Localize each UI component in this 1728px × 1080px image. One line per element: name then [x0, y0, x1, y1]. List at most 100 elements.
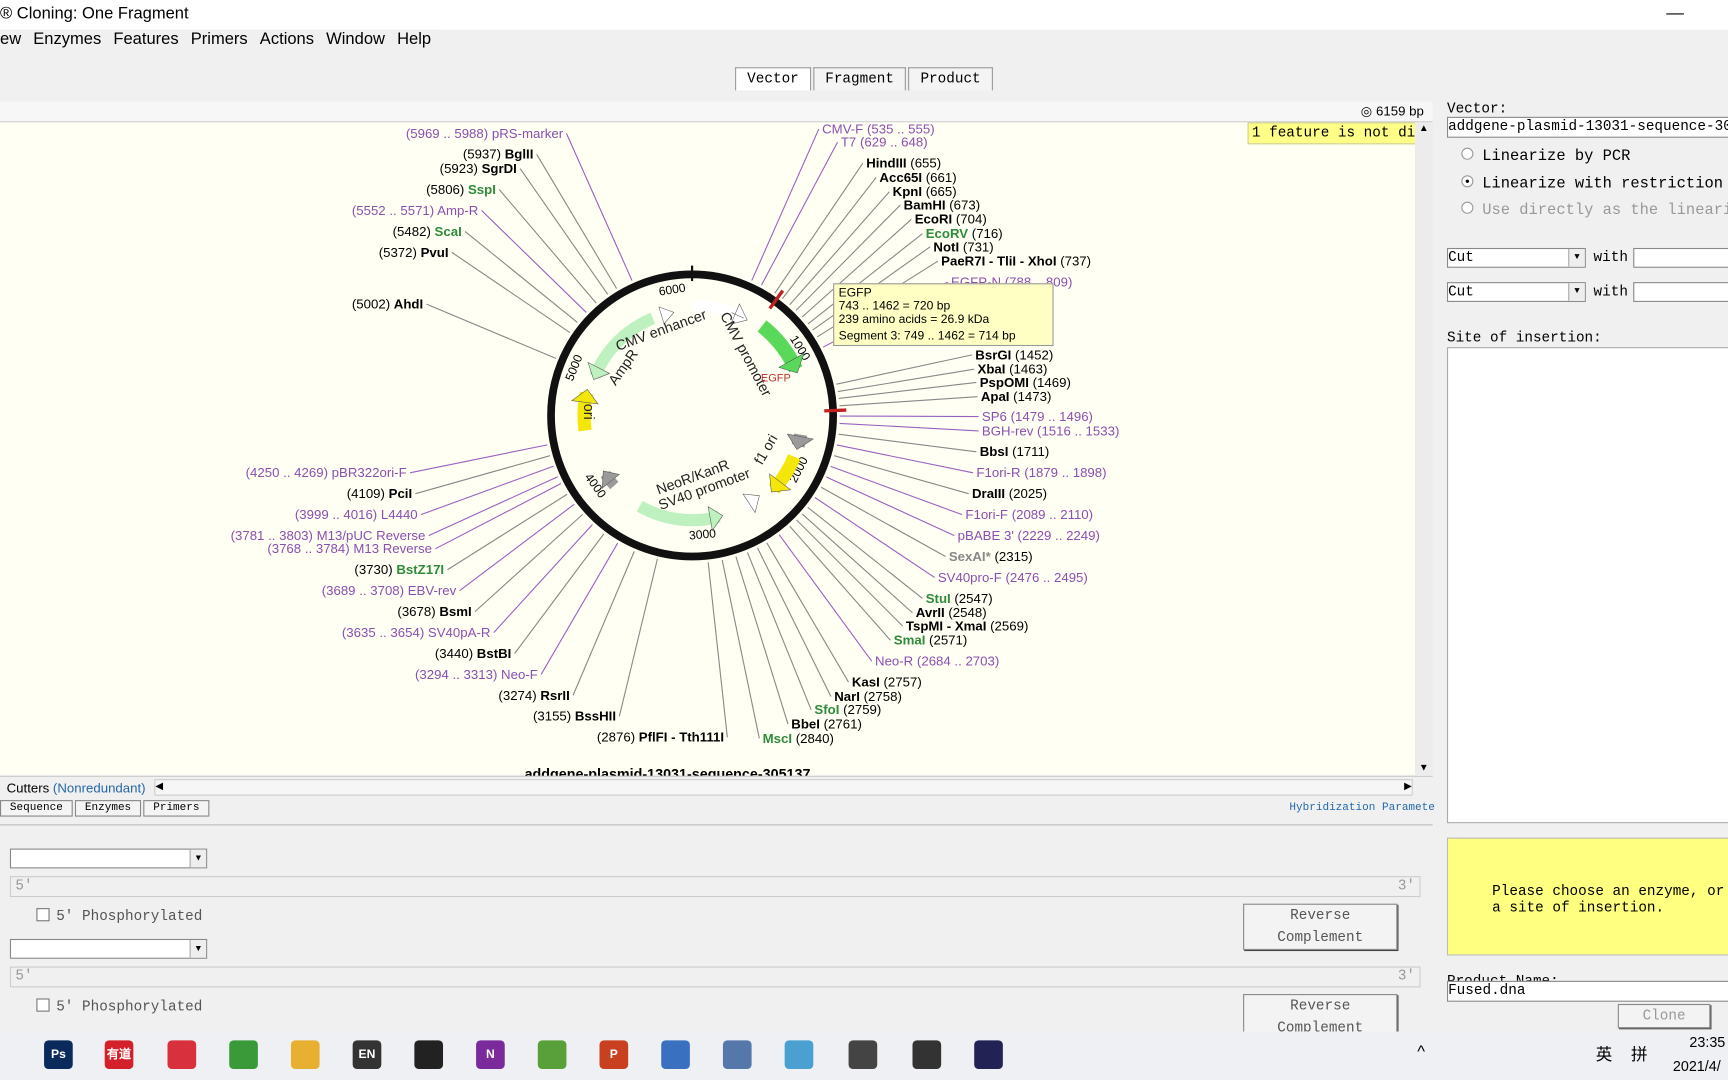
cut2-select[interactable]: Cut ▼ — [1446, 282, 1586, 302]
tab-product[interactable]: Product — [908, 67, 993, 91]
tab-sequence[interactable]: Sequence — [0, 800, 73, 817]
map-label-prs-marker[interactable]: (5969 .. 5988) pRS-marker — [406, 126, 563, 141]
taskbar-app-icon[interactable] — [537, 1040, 567, 1069]
map-label-m13-reverse[interactable]: (3768 .. 3784) M13 Reverse — [267, 542, 432, 556]
map-label-sfoi[interactable]: SfoI (2759) — [814, 703, 881, 717]
radio-linearize-enzymes[interactable]: Linearize with restriction enzymes — [1461, 175, 1728, 193]
map-label-ahdi[interactable]: (5002) AhdI — [352, 297, 423, 312]
vector-field[interactable]: addgene-plasmid-13031-sequence-305137 — [1446, 116, 1728, 138]
map-label-amp-r[interactable]: (5552 .. 5571) Amp-R — [352, 203, 478, 218]
map-label-pspomi[interactable]: PspOMI (1469) — [980, 375, 1071, 390]
map-label-sexai-[interactable]: SexAI* (2315) — [949, 549, 1033, 564]
ime-mode-icon[interactable]: 拼 — [1631, 1043, 1648, 1066]
map-vertical-scrollbar[interactable]: ▲ ▼ — [1415, 122, 1433, 775]
cut1-enzyme-field[interactable] — [1633, 247, 1728, 268]
map-label-sgrdi[interactable]: (5923) SgrDI — [440, 161, 517, 176]
map-label-t7[interactable]: T7 (629 .. 648) — [841, 135, 928, 150]
menu-window[interactable]: Window — [326, 30, 385, 49]
map-label-sv40pa-r[interactable]: (3635 .. 3654) SV40pA-R — [342, 625, 491, 640]
menu-actions[interactable]: Actions — [260, 30, 314, 49]
taskbar-app-icon[interactable]: 有道 — [104, 1040, 134, 1069]
taskbar-app-icon[interactable]: EN — [352, 1040, 382, 1069]
taskbar-app-icon[interactable]: Ps — [44, 1040, 73, 1069]
map-label-noti[interactable]: NotI (731) — [933, 240, 993, 254]
ime-language-icon[interactable]: 英 — [1596, 1043, 1613, 1066]
enzyme-filter-label[interactable]: Cutters — [7, 780, 50, 795]
tab-enzymes[interactable]: Enzymes — [74, 800, 142, 817]
cut2-enzyme-field[interactable] — [1633, 282, 1728, 302]
map-label-pbr322ori-f[interactable]: (4250 .. 4269) pBR322ori-F — [246, 466, 407, 480]
map-label-bamhi[interactable]: BamHI (673) — [904, 198, 980, 212]
map-label-scai[interactable]: (5482) ScaI — [393, 224, 462, 239]
menu-enzymes[interactable]: Enzymes — [33, 30, 101, 49]
plasmid-map[interactable]: 1000 2000 3000 4000 5000 6000 CMV enhancer CMV … — [0, 122, 1416, 775]
map-label-ecori[interactable]: EcoRI (704) — [915, 212, 987, 227]
map-label-sv40pro-f[interactable]: SV40pro-F (2476 .. 2495) — [938, 570, 1088, 585]
taskbar-app-icon[interactable]: N — [476, 1040, 505, 1069]
tab-vector[interactable]: Vector — [735, 67, 811, 91]
taskbar-app-icon[interactable] — [167, 1040, 197, 1069]
map-label-bstbi[interactable]: (3440) BstBI — [435, 646, 511, 661]
map-label-sspi[interactable]: (5806) SspI — [426, 182, 496, 197]
map-label-rsrii[interactable]: (3274) RsrII — [498, 688, 569, 703]
map-label-bsshii[interactable]: (3155) BssHII — [533, 709, 616, 724]
map-label-bsrgi[interactable]: BsrGI (1452) — [975, 348, 1053, 362]
radio-use-directly[interactable]: Use directly as the linearized vector — [1461, 201, 1728, 219]
product-name-field[interactable]: Fused.dna — [1446, 980, 1728, 1002]
tray-expand-icon[interactable]: ^ — [1417, 1043, 1425, 1062]
map-label-smai[interactable]: SmaI (2571) — [894, 633, 968, 648]
map-label-neo-r[interactable]: Neo-R (2684 .. 2703) — [875, 654, 999, 669]
hybridization-parameters-link[interactable]: Hybridization Parameters — [1289, 802, 1448, 814]
enzyme-filter-mode[interactable]: (Nonredundant) — [53, 780, 146, 795]
map-label-bstz17i[interactable]: (3730) BstZ17I — [354, 563, 444, 577]
primer2-sequence-field[interactable]: 5' 3' — [9, 966, 1421, 988]
taskbar-app-icon[interactable] — [661, 1040, 690, 1069]
map-label-bsmi[interactable]: (3678) BsmI — [397, 604, 471, 619]
primer1-phosphorylated-checkbox[interactable]: 5' Phosphorylated — [36, 908, 202, 925]
taskbar-app-icon[interactable]: P — [599, 1040, 629, 1069]
primer1-reverse-complement-button[interactable]: Reverse Complement — [1243, 903, 1398, 950]
tab-primers[interactable]: Primers — [143, 800, 210, 817]
map-label-msci[interactable]: MscI (2840) — [763, 731, 834, 746]
map-label-bbei[interactable]: BbeI (2761) — [791, 717, 862, 731]
map-label-pbabe-3-[interactable]: pBABE 3' (2229 .. 2249) — [958, 528, 1100, 543]
taskbar-app-icon[interactable] — [290, 1040, 320, 1069]
map-label-pvui[interactable]: (5372) PvuI — [379, 245, 449, 260]
map-label-bbsi[interactable]: BbsI (1711) — [980, 445, 1050, 459]
primer1-sequence-field[interactable]: 5' 3' — [9, 876, 1421, 898]
radio-linearize-pcr[interactable]: Linearize by PCR — [1461, 147, 1630, 165]
clone-button[interactable]: Clone — [1617, 1003, 1711, 1029]
map-label-draiii[interactable]: DraIII (2025) — [972, 487, 1047, 501]
map-label-neo-f[interactable]: (3294 .. 3313) Neo-F — [415, 667, 538, 682]
tab-fragment[interactable]: Fragment — [813, 67, 907, 91]
map-label-pflfi-tth111i[interactable]: (2876) PflFI - Tth111I — [597, 730, 724, 745]
clock-date[interactable]: 2021/4/ — [1673, 1058, 1721, 1075]
map-label-tspmi-xmai[interactable]: TspMI - XmaI (2569) — [906, 619, 1028, 633]
map-label-bgh-rev[interactable]: BGH-rev (1516 .. 1533) — [982, 424, 1119, 438]
map-label-paer7i-tlii-xhoi[interactable]: PaeR7I - TliI - XhoI (737) — [941, 254, 1091, 269]
menu-features[interactable]: Features — [113, 30, 178, 49]
map-label-kasi[interactable]: KasI (2757) — [852, 675, 922, 690]
site-of-insertion-list[interactable] — [1446, 347, 1728, 824]
taskbar-app-icon[interactable] — [974, 1040, 1003, 1069]
map-label-apai[interactable]: ApaI (1473) — [981, 390, 1052, 404]
menu-view[interactable]: ew — [0, 30, 21, 49]
minimize-button[interactable]: — — [1666, 0, 1684, 29]
cut1-select[interactable]: Cut ▼ — [1446, 247, 1586, 268]
primer2-phosphorylated-checkbox[interactable]: 5' Phosphorylated — [36, 998, 202, 1015]
map-label-sp6[interactable]: SP6 (1479 .. 1496) — [982, 409, 1093, 424]
map-horizontal-scrollbar[interactable]: ◀ ▶ — [154, 779, 1413, 796]
taskbar-app-icon[interactable] — [848, 1040, 878, 1069]
clock-time[interactable]: 23:35 — [1689, 1034, 1725, 1051]
primer1-select[interactable]: ▼ — [9, 848, 208, 869]
menu-primers[interactable]: Primers — [191, 30, 248, 49]
map-label-f1ori-r[interactable]: F1ori-R (1879 .. 1898) — [976, 466, 1106, 480]
menu-help[interactable]: Help — [397, 30, 431, 49]
taskbar-app-icon[interactable] — [722, 1040, 752, 1069]
map-label-bglii[interactable]: (5937) BglII — [463, 147, 534, 162]
map-label-stui[interactable]: StuI (2547) — [926, 591, 993, 606]
map-label-acc65i[interactable]: Acc65I (661) — [879, 170, 956, 185]
taskbar-app-icon[interactable] — [229, 1040, 258, 1069]
map-label-pcii[interactable]: (4109) PciI — [347, 487, 412, 501]
taskbar-app-icon[interactable] — [784, 1040, 814, 1069]
